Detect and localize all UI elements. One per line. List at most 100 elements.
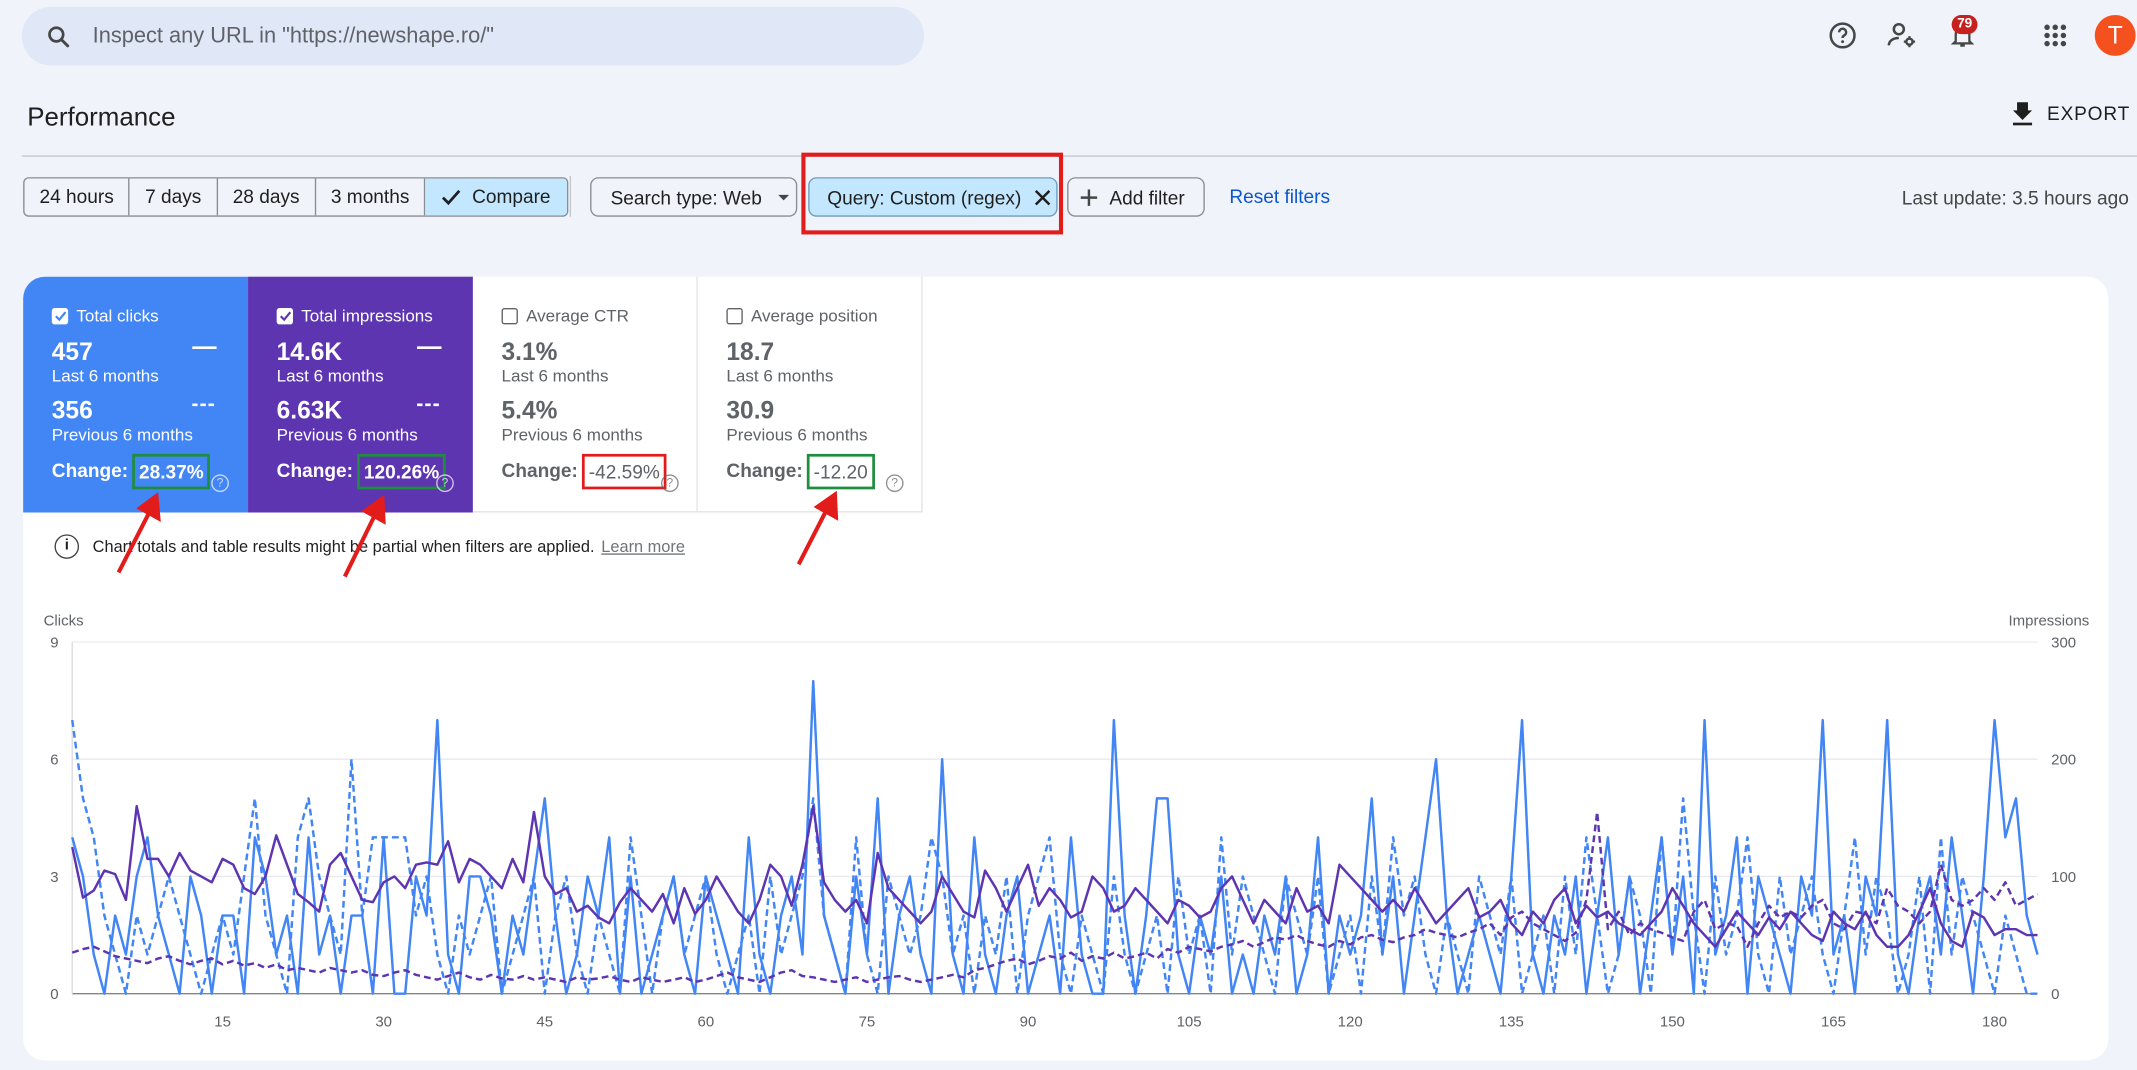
- y-tick-label-left: 9: [50, 634, 58, 651]
- notification-badge: 79: [1951, 14, 1978, 35]
- metric-previous-label: Previous 6 months: [726, 425, 868, 445]
- metric-current-label: Last 6 months: [276, 366, 384, 386]
- plus-icon: [1080, 188, 1098, 206]
- export-button[interactable]: EXPORT: [2012, 101, 2130, 126]
- metric-current-value: 18.7: [726, 338, 775, 366]
- x-tick-label: 120: [1338, 1013, 1363, 1030]
- x-tick-label: 180: [1982, 1013, 2007, 1030]
- metric-average-ctr[interactable]: Average CTR 3.1% Last 6 months 5.4% Prev…: [472, 276, 698, 513]
- y-tick-label-right: 200: [2051, 752, 2076, 769]
- metric-previous-label: Previous 6 months: [501, 425, 643, 445]
- checkbox-unchecked-icon[interactable]: [726, 308, 743, 325]
- help-icon[interactable]: [1821, 14, 1865, 58]
- metric-current-label: Last 6 months: [726, 366, 834, 386]
- x-tick-label: 15: [214, 1013, 231, 1030]
- x-tick-label: 60: [698, 1013, 715, 1030]
- x-tick-label: 30: [375, 1013, 392, 1030]
- partial-data-notice: i Chart totals and table results might b…: [54, 534, 685, 559]
- series-line: [71, 679, 2039, 995]
- dropdown-caret-icon: [778, 194, 790, 200]
- export-label: EXPORT: [2047, 102, 2131, 125]
- page-title: Performance: [27, 103, 176, 133]
- metric-label: Total impressions: [301, 306, 433, 326]
- x-tick-label: 165: [1821, 1013, 1846, 1030]
- help-icon[interactable]: ?: [211, 474, 229, 493]
- help-icon[interactable]: ?: [436, 474, 454, 493]
- info-icon: i: [54, 534, 80, 559]
- dashed-line-legend-icon: [417, 403, 442, 407]
- metric-change-label: Change:: [51, 459, 129, 482]
- metric-current-label: Last 6 months: [51, 366, 159, 386]
- x-tick-label: 45: [536, 1013, 553, 1030]
- y-tick-label-left: 6: [50, 752, 58, 769]
- learn-more-link[interactable]: Learn more: [601, 537, 685, 556]
- range-24-hours[interactable]: 24 hours: [25, 178, 131, 216]
- x-tick-label: 90: [1020, 1013, 1037, 1030]
- search-type-label: Search type: Web: [610, 186, 762, 208]
- metric-change-label: Change:: [726, 459, 803, 482]
- metric-previous-value: 5.4%: [501, 396, 558, 424]
- metric-label: Average position: [750, 306, 878, 326]
- download-icon: [2012, 102, 2033, 126]
- metric-average-position[interactable]: Average position 18.7 Last 6 months 30.9…: [697, 276, 923, 513]
- metric-current-label: Last 6 months: [501, 366, 609, 386]
- range-compare[interactable]: Compare: [425, 178, 567, 216]
- y-tick-label-right: 300: [2051, 634, 2076, 651]
- y-tick-label-left: 3: [50, 869, 58, 886]
- url-inspect-input[interactable]: [92, 23, 856, 49]
- avatar[interactable]: T: [2094, 14, 2136, 56]
- y-tick-label-right: 100: [2051, 869, 2076, 886]
- metric-change-value: -42.59%: [581, 453, 667, 490]
- highlight-frame: [801, 152, 1064, 235]
- solid-line-legend-icon: [417, 346, 442, 349]
- metric-current-value: 3.1%: [501, 338, 558, 366]
- date-range-selector: 24 hours 7 days 28 days 3 months Compare: [23, 177, 569, 217]
- metric-total-clicks[interactable]: Total clicks 457 Last 6 months 356 Previ…: [23, 276, 249, 513]
- x-tick-label: 135: [1499, 1013, 1524, 1030]
- url-inspect-bar[interactable]: [21, 6, 925, 66]
- metric-change-value: 120.26%: [357, 453, 447, 490]
- checkbox-unchecked-icon[interactable]: [501, 308, 518, 325]
- checkbox-checked-icon[interactable]: [276, 308, 294, 325]
- metric-change-value: 28.37%: [132, 453, 211, 490]
- search-icon: [48, 25, 70, 47]
- metric-total-impressions[interactable]: Total impressions 14.6K Last 6 months 6.…: [248, 276, 473, 513]
- range-28-days[interactable]: 28 days: [218, 178, 316, 216]
- metric-change-label: Change:: [501, 459, 578, 482]
- metric-previous-value: 6.63K: [276, 396, 343, 424]
- help-icon[interactable]: ?: [660, 474, 679, 493]
- apps-grid-icon[interactable]: [2033, 14, 2077, 58]
- filter-separator: [569, 175, 572, 217]
- x-tick-label: 105: [1177, 1013, 1202, 1030]
- metric-current-value: 457: [51, 338, 93, 366]
- notice-text: Chart totals and table results might be …: [92, 537, 595, 557]
- check-icon: [442, 189, 461, 205]
- dashed-line-legend-icon: [192, 403, 217, 407]
- y-tick-label-right: 0: [2051, 986, 2059, 1003]
- solid-line-legend-icon: [192, 346, 217, 349]
- search-type-dropdown[interactable]: Search type: Web: [590, 177, 798, 217]
- metric-label: Average CTR: [526, 306, 629, 326]
- metric-change-value: -12.20: [806, 453, 875, 490]
- checkbox-checked-icon[interactable]: [51, 308, 69, 325]
- header-divider: [21, 155, 2137, 157]
- help-icon[interactable]: ?: [885, 474, 904, 493]
- range-3-months[interactable]: 3 months: [316, 178, 426, 216]
- range-7-days[interactable]: 7 days: [130, 178, 218, 216]
- metric-current-value: 14.6K: [276, 338, 343, 366]
- x-tick-label: 75: [859, 1013, 876, 1030]
- add-filter-button[interactable]: Add filter: [1067, 177, 1205, 217]
- metric-previous-label: Previous 6 months: [276, 425, 418, 445]
- add-filter-label: Add filter: [1109, 186, 1185, 208]
- last-update-text: Last update: 3.5 hours ago: [1901, 186, 2129, 209]
- y-axis-title-left: Clicks: [44, 613, 84, 630]
- compare-label: Compare: [472, 185, 551, 208]
- metric-previous-value: 30.9: [726, 396, 775, 424]
- metric-change-label: Change:: [276, 459, 353, 482]
- metric-label: Total clicks: [76, 306, 159, 326]
- manage-users-icon[interactable]: [1881, 14, 1925, 58]
- reset-filters-link[interactable]: Reset filters: [1229, 185, 1330, 207]
- y-axis-title-right: Impressions: [2009, 613, 2090, 630]
- metric-previous-label: Previous 6 months: [51, 425, 193, 445]
- metric-previous-value: 356: [51, 396, 93, 424]
